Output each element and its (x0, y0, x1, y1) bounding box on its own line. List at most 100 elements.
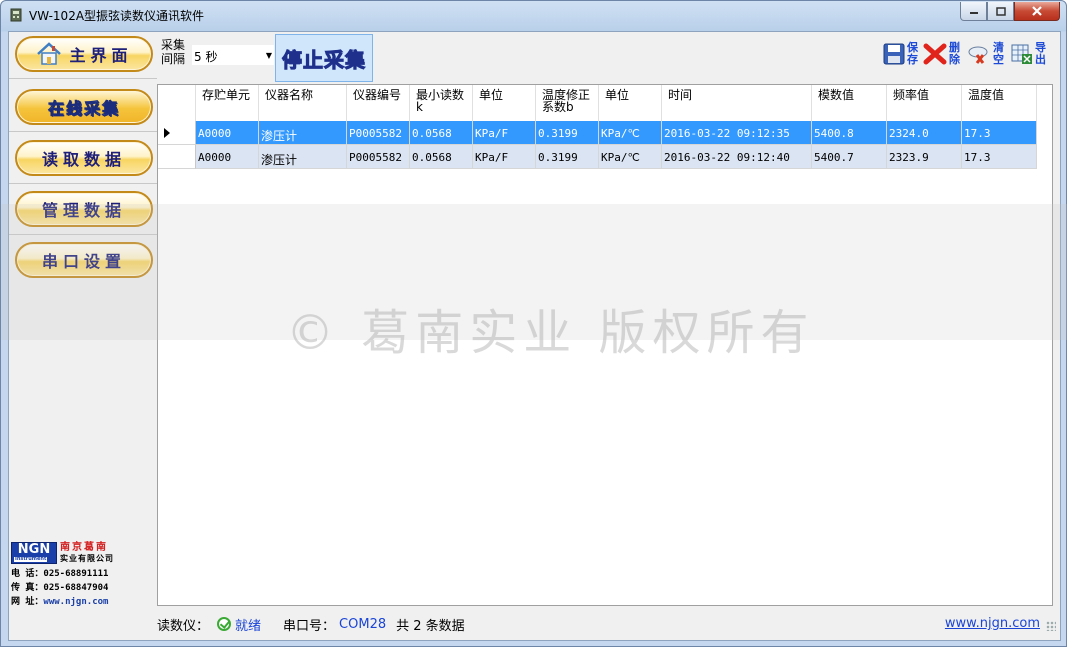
nav-manage-data-label: 管理数据 (41, 201, 126, 220)
export-label: 导出 (1035, 41, 1046, 66)
nav-serial-settings-button[interactable]: 串口设置 (15, 242, 153, 278)
column-header[interactable]: 时间 (662, 85, 812, 121)
window-controls (960, 2, 1060, 21)
company-web: 网 址：www.njgn.com (11, 597, 109, 607)
table-cell[interactable]: 2016-03-22 09:12:35 (662, 121, 812, 145)
table-cell[interactable]: 0.3199 (536, 121, 599, 145)
nav-main-button[interactable]: 主界面 (15, 36, 153, 72)
device-status-value: 就绪 (235, 618, 262, 634)
interval-label: 采集间隔 (161, 38, 186, 66)
nav-divider (9, 131, 157, 132)
export-button[interactable]: 导出 (1011, 42, 1047, 66)
table-cell[interactable]: 2016-03-22 09:12:40 (662, 145, 812, 169)
table-cell[interactable]: 5400.8 (812, 121, 887, 145)
toolbar: 采集间隔 5 秒 ▼ 停止采集 保存 删除 清空 导出 (157, 32, 1060, 84)
column-header[interactable]: 模数值 (812, 85, 887, 121)
port-value: COM28 (339, 616, 387, 632)
current-row-pointer-icon (164, 128, 170, 138)
stop-collect-label: 停止采集 (282, 47, 366, 72)
table-cell[interactable]: P0005582 (347, 121, 410, 145)
nav-manage-data-button[interactable]: 管理数据 (15, 191, 153, 227)
table-cell[interactable]: KPa/℃ (599, 121, 662, 145)
column-header[interactable]: 温度修正系数b (536, 85, 599, 121)
client-area: 主界面 在线采集 读取数据 管理数据 串口设置 NGN Instrument 南… (8, 31, 1061, 641)
table-row[interactable]: A0000 渗压计 P0005582 0.0568 KPa/F 0.3199 K… (158, 121, 1037, 145)
maximize-button[interactable] (987, 2, 1014, 21)
column-header[interactable]: 仪器名称 (259, 85, 347, 121)
close-button[interactable] (1014, 2, 1060, 21)
table-cell[interactable]: 17.3 (962, 145, 1037, 169)
company-logo-row: NGN Instrument 南京葛南 实业有限公司 (11, 542, 157, 565)
table-cell[interactable]: KPa/F (473, 121, 536, 145)
table-cell[interactable]: A0000 (196, 145, 259, 169)
close-icon (1032, 6, 1042, 16)
table-cell[interactable]: KPa/℃ (599, 145, 662, 169)
device-status-label: 读数仪： (157, 618, 210, 634)
clear-button[interactable]: 清空 (967, 42, 1005, 66)
delete-button[interactable]: 删除 (923, 42, 961, 66)
minimize-icon (969, 12, 978, 14)
resize-grip-icon[interactable] (1046, 621, 1056, 631)
save-button[interactable]: 保存 (883, 42, 919, 66)
nav-read-data-button[interactable]: 读取数据 (15, 140, 153, 176)
row-header-corner (158, 85, 196, 121)
nav-online-collect-label: 在线采集 (47, 99, 120, 119)
table-cell[interactable]: 2323.9 (887, 145, 962, 169)
title-bar[interactable]: VW-102A型振弦读数仪通讯软件 (1, 1, 1066, 29)
nav-divider (9, 234, 157, 235)
website-link[interactable]: www.njgn.com (945, 616, 1040, 631)
home-icon (37, 42, 62, 65)
minimize-button[interactable] (960, 2, 987, 21)
table-cell[interactable]: 渗压计 (259, 145, 347, 169)
nav-read-data-label: 读取数据 (41, 150, 126, 169)
table-cell[interactable]: 渗压计 (259, 121, 347, 145)
nav-divider (9, 183, 157, 184)
interval-select[interactable]: 5 秒 ▼ (191, 44, 275, 66)
column-header[interactable]: 温度值 (962, 85, 1037, 121)
nav-online-collect-button[interactable]: 在线采集 (15, 89, 153, 125)
table-cell[interactable]: KPa/F (473, 145, 536, 169)
port-label: 串口号： (283, 618, 336, 634)
delete-icon (923, 43, 947, 65)
delete-label: 删除 (949, 41, 960, 66)
maximize-icon (995, 6, 1006, 16)
company-fax: 传 真：025-68847904 (11, 583, 109, 593)
table-cell[interactable]: 0.3199 (536, 145, 599, 169)
column-header[interactable]: 单位 (599, 85, 662, 121)
data-grid[interactable]: 存贮单元 仪器名称 仪器编号 最小读数k 单位 温度修正系数b 单位 时间 模数… (157, 84, 1053, 606)
table-row[interactable]: A0000 渗压计 P0005582 0.0568 KPa/F 0.3199 K… (158, 145, 1037, 169)
table-cell[interactable]: A0000 (196, 121, 259, 145)
window-title: VW-102A型振弦读数仪通讯软件 (29, 9, 205, 23)
row-header[interactable] (158, 121, 196, 145)
sidebar: 主界面 在线采集 读取数据 管理数据 串口设置 NGN Instrument 南… (9, 32, 157, 640)
column-header[interactable]: 存贮单元 (196, 85, 259, 121)
company-phone: 电 话：025-68891111 (11, 569, 109, 579)
company-name: 南京葛南 实业有限公司 (60, 542, 114, 563)
grid-header: 存贮单元 仪器名称 仪器编号 最小读数k 单位 温度修正系数b 单位 时间 模数… (158, 85, 1037, 121)
table-cell[interactable]: 0.0568 (410, 121, 473, 145)
stop-collect-button[interactable]: 停止采集 (275, 34, 373, 82)
column-header[interactable]: 频率值 (887, 85, 962, 121)
ngn-logo: NGN Instrument (11, 542, 57, 564)
record-count: 共 2 条数据 (396, 618, 465, 634)
column-header[interactable]: 最小读数k (410, 85, 473, 121)
app-icon (10, 8, 22, 22)
table-cell[interactable]: 0.0568 (410, 145, 473, 169)
nav-main-label: 主界面 (69, 46, 133, 65)
column-header[interactable]: 仪器编号 (347, 85, 410, 121)
row-header[interactable] (158, 145, 196, 169)
clear-label: 清空 (993, 41, 1004, 66)
app-window: VW-102A型振弦读数仪通讯软件 主界面 在线采集 读取数据 管理数据 串口设… (0, 0, 1067, 647)
table-cell[interactable]: 2324.0 (887, 121, 962, 145)
interval-value: 5 秒 (194, 50, 218, 64)
status-bar: 读数仪： 就绪 串口号： COM28 共 2 条数据 www.njgn.com (157, 609, 1060, 639)
nav-serial-settings-label: 串口设置 (41, 252, 126, 271)
table-cell[interactable]: 5400.7 (812, 145, 887, 169)
column-header[interactable]: 单位 (473, 85, 536, 121)
clear-icon (968, 46, 988, 64)
table-cell[interactable]: 17.3 (962, 121, 1037, 145)
export-icon (1011, 44, 1032, 64)
save-label: 保存 (907, 41, 918, 66)
chevron-down-icon: ▼ (265, 51, 272, 60)
table-cell[interactable]: P0005582 (347, 145, 410, 169)
